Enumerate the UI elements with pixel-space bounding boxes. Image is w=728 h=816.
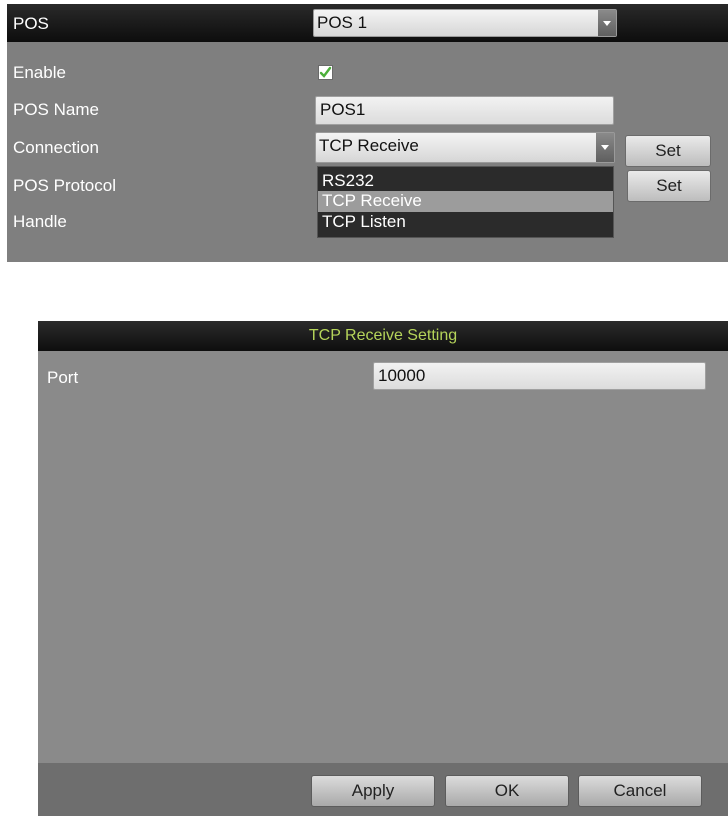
enable-label: Enable [13, 63, 66, 82]
pos-header-row: POS POS 1 [7, 4, 728, 42]
port-field[interactable]: 10000 [373, 362, 706, 390]
dialog-footer: Apply OK Cancel [38, 763, 728, 816]
apply-button[interactable]: Apply [311, 775, 435, 807]
enable-checkbox[interactable] [318, 65, 333, 80]
protocol-set-button[interactable]: Set [627, 170, 711, 202]
dialog-title: TCP Receive Setting [38, 321, 728, 351]
pos-name-label: POS Name [13, 100, 99, 119]
pos-label: POS [13, 14, 49, 33]
ok-button[interactable]: OK [445, 775, 569, 807]
chevron-down-icon[interactable] [596, 133, 614, 162]
pos-protocol-label: POS Protocol [13, 176, 116, 195]
port-label: Port [47, 368, 79, 387]
cancel-button[interactable]: Cancel [578, 775, 702, 807]
pos-settings-panel: POS POS 1 Enable POS Name POS1 Connectio… [7, 4, 728, 262]
connection-dropdown-list: RS232 TCP Receive TCP Listen [317, 166, 614, 238]
connection-set-button[interactable]: Set [625, 135, 711, 167]
dropdown-option-rs232[interactable]: RS232 [318, 171, 613, 192]
connection-label: Connection [13, 138, 100, 157]
connection-select-value: TCP Receive [319, 136, 419, 155]
pos-name-field[interactable]: POS1 [315, 96, 614, 125]
connection-select[interactable]: TCP Receive [315, 132, 615, 163]
pos-select[interactable]: POS 1 [313, 9, 617, 37]
dropdown-option-tcp-receive[interactable]: TCP Receive [318, 191, 613, 212]
pos-select-value: POS 1 [317, 13, 368, 32]
dropdown-option-tcp-listen[interactable]: TCP Listen [318, 212, 613, 233]
tcp-receive-dialog: TCP Receive Setting Port 10000 Apply OK … [38, 321, 728, 816]
checkmark-icon [319, 66, 332, 78]
chevron-down-icon[interactable] [598, 10, 616, 36]
handle-label: Handle [13, 212, 67, 231]
